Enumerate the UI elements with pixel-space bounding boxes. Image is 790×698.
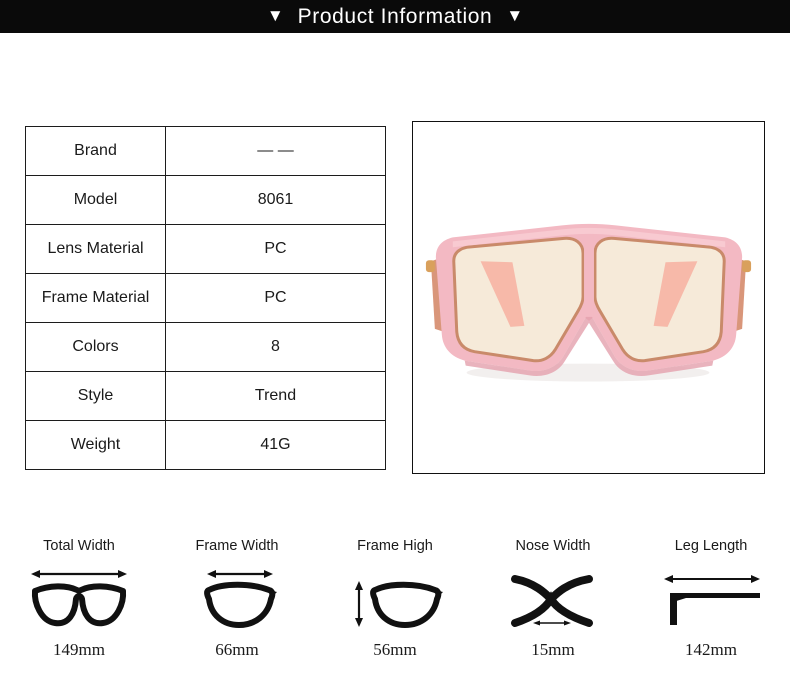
measurement-value: 66mm bbox=[215, 640, 259, 659]
page-header: ▼ Product Information ▼ bbox=[0, 0, 790, 33]
spec-value: PC bbox=[165, 273, 386, 323]
spec-value: 8061 bbox=[165, 175, 386, 225]
single-lens-width-icon bbox=[185, 562, 289, 634]
spec-label: Model bbox=[25, 175, 166, 225]
spec-label: Style bbox=[25, 371, 166, 421]
measurement-label: Total Width bbox=[43, 538, 115, 554]
spec-label: Weight bbox=[25, 420, 166, 470]
spec-label: Frame Material bbox=[25, 273, 166, 323]
table-row: Brand — — bbox=[25, 126, 386, 176]
measurement-label: Frame Width bbox=[195, 538, 279, 554]
measurement-frame-high: Frame High 56mm bbox=[316, 538, 474, 660]
spec-value: PC bbox=[165, 224, 386, 274]
nose-bridge-icon bbox=[501, 562, 605, 634]
measurement-label: Nose Width bbox=[515, 538, 591, 554]
specification-table: Brand — — Model 8061 Lens Material PC Fr… bbox=[25, 126, 386, 470]
measurement-label: Frame High bbox=[357, 538, 433, 554]
measurements-strip: Total Width 149mm Frame Width 66mm Frame… bbox=[0, 538, 790, 698]
table-row: Frame Material PC bbox=[25, 273, 386, 323]
table-row: Lens Material PC bbox=[25, 224, 386, 274]
sunglasses-product-image bbox=[413, 122, 764, 473]
spec-label: Lens Material bbox=[25, 224, 166, 274]
spec-value: Trend bbox=[165, 371, 386, 421]
measurement-value: 149mm bbox=[53, 640, 105, 659]
product-image-panel bbox=[412, 121, 765, 474]
triangle-down-left-icon: ▼ bbox=[266, 6, 284, 25]
measurement-value: 142mm bbox=[685, 640, 737, 659]
table-row: Style Trend bbox=[25, 371, 386, 421]
spec-value: — — bbox=[165, 126, 386, 176]
measurement-value: 56mm bbox=[373, 640, 417, 659]
temple-arm-icon bbox=[656, 562, 766, 634]
page-title: Product Information bbox=[297, 4, 493, 28]
measurement-label: Leg Length bbox=[674, 538, 748, 554]
measurement-frame-width: Frame Width 66mm bbox=[158, 538, 316, 660]
spec-label: Colors bbox=[25, 322, 166, 372]
table-row: Weight 41G bbox=[25, 420, 386, 470]
triangle-down-right-icon: ▼ bbox=[506, 6, 524, 25]
measurement-leg-length: Leg Length 142mm bbox=[632, 538, 790, 660]
table-row: Model 8061 bbox=[25, 175, 386, 225]
measurement-total-width: Total Width 149mm bbox=[0, 538, 158, 660]
content-area: Brand — — Model 8061 Lens Material PC Fr… bbox=[0, 33, 790, 698]
table-row: Colors 8 bbox=[25, 322, 386, 372]
single-lens-height-icon bbox=[343, 562, 447, 634]
spec-value: 41G bbox=[165, 420, 386, 470]
spec-value: 8 bbox=[165, 322, 386, 372]
measurement-value: 15mm bbox=[531, 640, 575, 659]
measurement-nose-width: Nose Width 15mm bbox=[474, 538, 632, 660]
spec-label: Brand bbox=[25, 126, 166, 176]
full-eyeglasses-icon bbox=[27, 562, 131, 634]
